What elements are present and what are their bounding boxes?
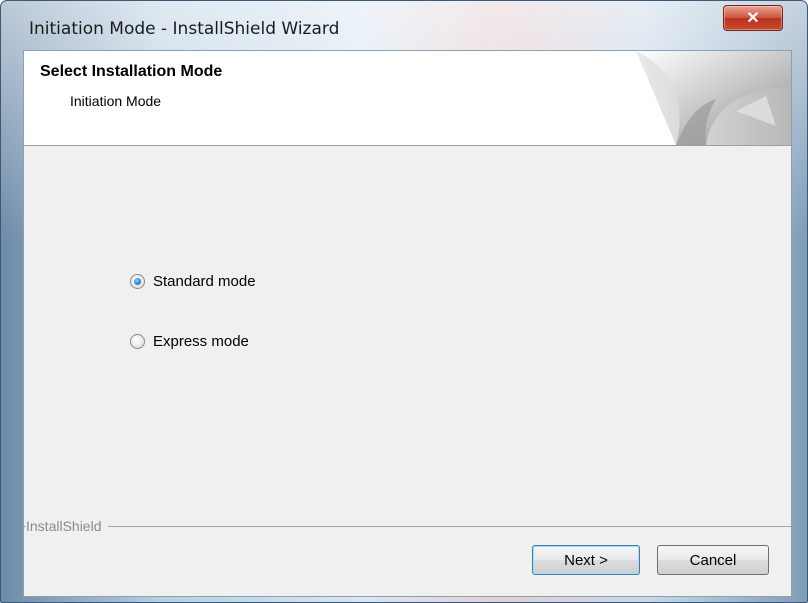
radio-label-express: Express mode — [153, 333, 249, 350]
divider — [24, 526, 791, 527]
cancel-button[interactable]: Cancel — [657, 545, 769, 575]
header-title: Select Installation Mode — [40, 63, 223, 80]
installer-window: Initiation Mode - InstallShield Wizard ✕… — [0, 0, 808, 603]
wizard-header: Select Installation Mode Initiation Mode — [24, 51, 791, 146]
header-subtitle: Initiation Mode — [70, 93, 162, 109]
brand-label: InstallShield — [26, 518, 108, 534]
next-button[interactable]: Next > — [532, 545, 640, 575]
radio-button-checked[interactable] — [130, 274, 145, 289]
radio-button-unchecked[interactable] — [130, 334, 145, 349]
window-title: Initiation Mode - InstallShield Wizard — [29, 19, 340, 39]
wizard-body: Select Installation Mode Initiation Mode — [23, 50, 792, 597]
installshield-branding: InstallShield — [24, 518, 791, 534]
radio-express-mode[interactable]: Express mode — [130, 333, 249, 350]
title-bar[interactable]: Initiation Mode - InstallShield Wizard ✕ — [1, 1, 807, 49]
page-curl-graphic — [636, 51, 791, 145]
close-button[interactable]: ✕ — [723, 5, 783, 31]
close-icon: ✕ — [746, 10, 760, 27]
radio-standard-mode[interactable]: Standard mode — [130, 273, 256, 290]
radio-label-standard: Standard mode — [153, 273, 256, 290]
